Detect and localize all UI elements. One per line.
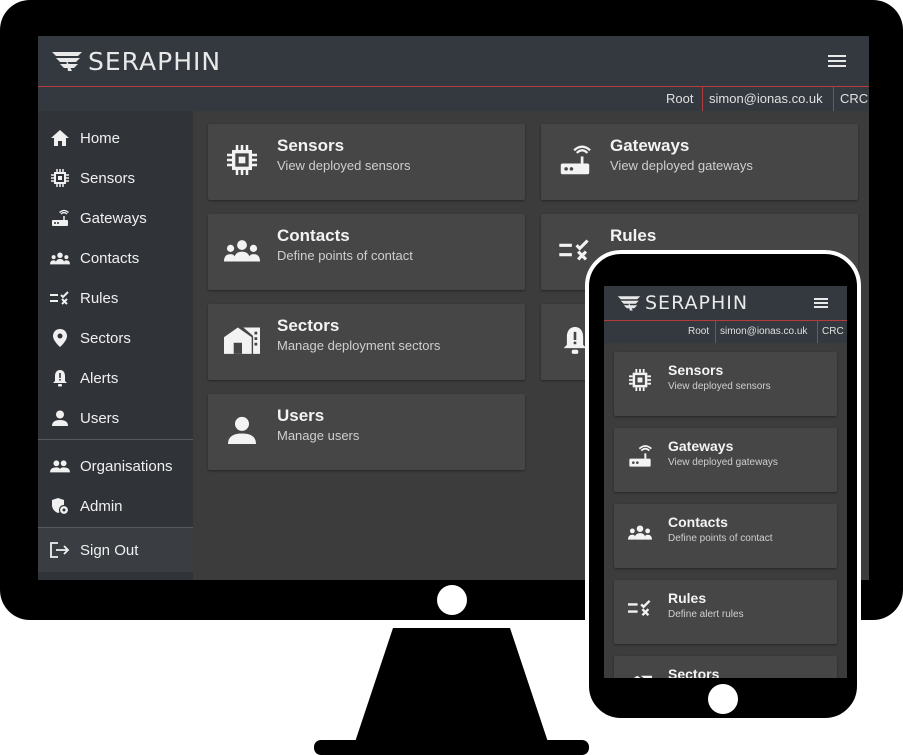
card-gateways[interactable]: Gateways View deployed gateways <box>541 124 858 200</box>
people-icon <box>50 248 70 268</box>
chip-icon <box>628 368 652 392</box>
user-email[interactable]: simon@ionas.co.uk <box>715 321 811 343</box>
router-icon <box>557 142 593 178</box>
brand-name: SERAPHIN <box>88 46 222 76</box>
group-icon <box>50 456 70 476</box>
chip-icon <box>224 142 260 178</box>
mobile-card-rules[interactable]: Rules Define alert rules <box>614 580 837 644</box>
home-icon <box>50 128 70 148</box>
sidebar-item-gateways[interactable]: Gateways <box>38 198 193 238</box>
rules-icon <box>628 596 652 620</box>
card-subtitle: Define points of contact <box>668 533 773 544</box>
sidebar-item-label: Home <box>80 129 121 147</box>
sidebar-item-admin[interactable]: Admin <box>38 486 193 526</box>
card-subtitle: Manage users <box>277 428 360 443</box>
brand-name: SERAPHIN <box>645 292 749 314</box>
rules-icon <box>557 232 593 268</box>
sidebar-item-label: Admin <box>80 497 123 515</box>
card-title: Sensors <box>277 136 345 155</box>
sidebar-item-label: Alerts <box>80 369 119 387</box>
card-users[interactable]: Users Manage users <box>208 394 525 470</box>
card-subtitle: Manage deployment sectors <box>277 338 441 353</box>
sectors-icon <box>224 322 260 358</box>
sidebar-item-label: Gateways <box>80 209 147 227</box>
card-subtitle: View deployed gateways <box>610 158 753 173</box>
card-title: Gateways <box>668 438 734 454</box>
sidebar: Home Sensors Gateways Contacts Rules Sec… <box>38 111 193 580</box>
mobile-brand-logo[interactable]: SERAPHIN <box>616 290 748 316</box>
sidebar-item-sectors[interactable]: Sectors <box>38 318 193 358</box>
hamburger-menu-icon[interactable] <box>828 52 846 70</box>
card-subtitle: View deployed gateways <box>668 457 778 468</box>
sidebar-item-label: Sensors <box>80 169 136 187</box>
sidebar-item-rules[interactable]: Rules <box>38 278 193 318</box>
user-icon <box>50 408 70 428</box>
card-sensors[interactable]: Sensors View deployed sensors <box>208 124 525 200</box>
card-title: Sectors <box>277 316 340 335</box>
card-title: Rules <box>668 590 707 606</box>
sidebar-item-organisations[interactable]: Organisations <box>38 446 193 486</box>
people-icon <box>628 520 652 544</box>
phone-home-button <box>708 684 738 714</box>
user-role[interactable]: Root <box>684 321 713 343</box>
sidebar-item-sensors[interactable]: Sensors <box>38 158 193 198</box>
card-subtitle: Define points of contact <box>277 248 413 263</box>
card-contacts[interactable]: Contacts Define points of contact <box>208 214 525 290</box>
user-icon <box>224 412 260 448</box>
card-sectors[interactable]: Sectors Manage deployment sectors <box>208 304 525 380</box>
card-title: Contacts <box>668 514 728 530</box>
sidebar-item-label: Sectors <box>80 329 131 347</box>
mobile-card-contacts[interactable]: Contacts Define points of contact <box>614 504 837 568</box>
seraphin-wing-icon <box>617 296 641 311</box>
user-org[interactable]: CRC <box>833 87 869 111</box>
mobile-card-sensors[interactable]: Sensors View deployed sensors <box>614 352 837 416</box>
card-subtitle: Define alert rules <box>668 609 744 620</box>
card-title: Rules <box>610 226 657 245</box>
sectors-icon <box>628 672 652 678</box>
router-icon <box>50 208 70 228</box>
sidebar-item-contacts[interactable]: Contacts <box>38 238 193 278</box>
app-header: SERAPHIN <box>38 36 869 87</box>
card-title: Sectors <box>668 666 720 678</box>
sidebar-item-alerts[interactable]: Alerts <box>38 358 193 398</box>
admin-shield-icon <box>50 496 70 516</box>
mobile-screen: SERAPHIN Root simon@ionas.co.uk CRC Sens… <box>604 286 847 678</box>
sidebar-item-sign-out[interactable]: Sign Out <box>38 528 193 572</box>
user-bar: Root simon@ionas.co.uk CRC <box>38 87 869 111</box>
rules-icon <box>50 288 70 308</box>
mobile-hamburger-menu-icon[interactable] <box>814 296 828 310</box>
sidebar-item-label: Sign Out <box>80 541 139 559</box>
chip-icon <box>50 168 70 188</box>
people-icon <box>224 232 260 268</box>
card-title: Gateways <box>610 136 690 155</box>
sidebar-item-label: Users <box>80 409 120 427</box>
location-pin-icon <box>50 328 70 348</box>
alarm-bell-icon <box>50 368 70 388</box>
sidebar-divider <box>38 439 193 440</box>
sidebar-item-label: Contacts <box>80 249 140 267</box>
card-subtitle: View deployed sensors <box>277 158 411 173</box>
mobile-card-gateways[interactable]: Gateways View deployed gateways <box>614 428 837 492</box>
mobile-card-sectors[interactable]: Sectors <box>614 656 837 678</box>
seraphin-wing-icon <box>52 52 82 71</box>
router-icon <box>628 444 652 468</box>
mobile-user-bar: Root simon@ionas.co.uk CRC <box>604 321 847 343</box>
sidebar-item-home[interactable]: Home <box>38 118 193 158</box>
user-role[interactable]: Root <box>660 87 699 111</box>
sign-out-icon <box>50 540 70 560</box>
user-org[interactable]: CRC <box>817 321 847 343</box>
card-subtitle: View deployed sensors <box>668 381 771 392</box>
user-email[interactable]: simon@ionas.co.uk <box>702 87 829 111</box>
card-title: Contacts <box>277 226 350 245</box>
mobile-app-header: SERAPHIN <box>604 286 847 321</box>
monitor-power-button <box>437 585 467 615</box>
sidebar-item-users[interactable]: Users <box>38 398 193 438</box>
sidebar-item-label: Rules <box>80 289 119 307</box>
card-title: Users <box>277 406 325 425</box>
card-title: Sensors <box>668 362 724 378</box>
sidebar-item-label: Organisations <box>80 457 173 475</box>
brand-logo[interactable]: SERAPHIN <box>50 46 221 76</box>
